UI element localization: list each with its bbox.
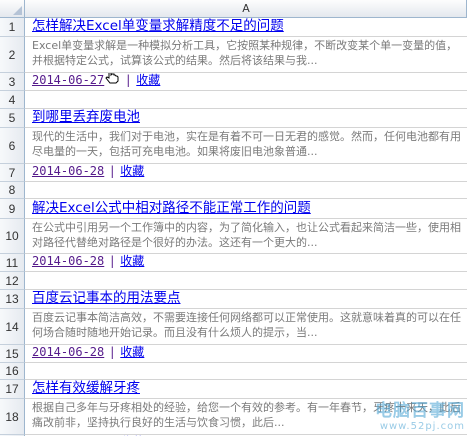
cell-empty[interactable] (25, 363, 467, 380)
row-header[interactable]: 4 (0, 91, 25, 109)
row-header[interactable]: 14 (0, 309, 25, 345)
row-header[interactable]: 9 (0, 199, 25, 219)
favorite-link[interactable]: 收藏 (120, 254, 144, 270)
column-header-label: A (242, 2, 250, 15)
article-title-link[interactable]: 怎样有效缓解牙疼 (32, 380, 467, 398)
select-all-corner[interactable] (0, 0, 25, 18)
favorite-link[interactable]: 收藏 (136, 73, 160, 89)
separator: | (110, 254, 115, 268)
favorite-link[interactable]: 收藏 (120, 164, 144, 180)
row-header[interactable]: 3 (0, 73, 25, 91)
row-header[interactable]: 17 (0, 380, 25, 399)
article-date-link[interactable]: 2014-06-27 (32, 73, 104, 89)
cell-description[interactable]: 现代的生活中，我们对于电池，实在是有着不可一日无君的感觉。然而，任何电池都有用尽… (25, 128, 467, 164)
cell-description[interactable]: Excel单变量求解是一种模拟分析工具，它按照某种规律，不断改变某个单一变量的值… (25, 37, 467, 73)
row-header[interactable]: 13 (0, 290, 25, 309)
cell-meta[interactable]: 2014-06-28 | 收藏 (25, 345, 467, 363)
cell-meta[interactable]: 2014-06-27 | 收藏 (25, 73, 467, 91)
cell-empty[interactable] (25, 272, 467, 290)
article-description: 现代的生活中，我们对于电池，实在是有着不可一日无君的感觉。然而，任何电池都有用尽… (32, 130, 461, 158)
row-header[interactable]: 7 (0, 164, 25, 182)
row-header[interactable]: 6 (0, 128, 25, 164)
row-header[interactable]: 5 (0, 109, 25, 128)
article-description: 在公式中引用另一个工作簿中的内容，为了简化输入，也让公式看起来简洁一些，使用相对… (32, 221, 461, 249)
article-description: 根据自己多年与牙疼相处的经验，给您一个有效的参考。有一年春节，牙疼十来天，此后痛… (32, 401, 461, 429)
cell-description[interactable]: 在公式中引用另一个工作簿中的内容，为了简化输入，也让公式看起来简洁一些，使用相对… (25, 219, 467, 254)
row-header[interactable]: 2 (0, 37, 25, 73)
article-description: 百度云记事本简洁高效，不需要连接任何网络都可以正常使用。这就意味着真的可以在任何… (32, 311, 461, 339)
cell-description[interactable]: 根据自己多年与牙疼相处的经验，给您一个有效的参考。有一年春节，牙疼十来天，此后痛… (25, 399, 467, 435)
separator: | (126, 73, 131, 87)
article-title-link[interactable]: 百度云记事本的用法要点 (32, 290, 467, 308)
cell-title[interactable]: 解决Excel公式中相对路径不能正常工作的问题 (25, 199, 467, 219)
cell-meta[interactable]: 2014-06-28 | 收藏 (25, 164, 467, 182)
article-title-link[interactable]: 到哪里丢弃废电池 (32, 109, 467, 127)
article-date-link[interactable]: 2014-06-28 (32, 254, 104, 270)
row-header[interactable]: 8 (0, 182, 25, 199)
row-header[interactable]: 16 (0, 363, 25, 380)
article-date-link[interactable]: 2014-06-28 (32, 164, 104, 180)
cell-meta[interactable]: 2014-06-28 | 收藏 (25, 254, 467, 272)
row-header[interactable]: 10 (0, 219, 25, 254)
article-title-link[interactable]: 解决Excel公式中相对路径不能正常工作的问题 (32, 199, 467, 218)
select-all-triangle-icon (13, 6, 22, 15)
cell-empty[interactable] (25, 91, 467, 109)
cell-title[interactable]: 到哪里丢弃废电池 (25, 109, 467, 128)
favorite-link[interactable]: 收藏 (120, 345, 144, 361)
article-title-link[interactable]: 怎样解决Excel单变量求解精度不足的问题 (32, 18, 467, 36)
article-description: Excel单变量求解是一种模拟分析工具，它按照某种规律，不断改变某个单一变量的值… (32, 39, 458, 67)
separator: | (110, 164, 115, 178)
row-header[interactable]: 18 (0, 399, 25, 435)
row-header[interactable]: 12 (0, 272, 25, 290)
spreadsheet: A 1 2 3 4 5 6 7 8 9 10 11 12 13 14 15 16… (0, 0, 467, 436)
cell-empty[interactable] (25, 182, 467, 199)
hand-cursor-icon (105, 73, 119, 89)
row-header[interactable]: 15 (0, 345, 25, 363)
article-date-link[interactable]: 2014-06-28 (32, 345, 104, 361)
cell-description[interactable]: 百度云记事本简洁高效，不需要连接任何网络都可以正常使用。这就意味着真的可以在任何… (25, 309, 467, 345)
cell-title[interactable]: 怎样有效缓解牙疼 (25, 380, 467, 399)
column-header-a[interactable]: A (25, 0, 467, 18)
row-header[interactable]: 1 (0, 18, 25, 37)
row-header[interactable]: 11 (0, 254, 25, 272)
cell-title[interactable]: 怎样解决Excel单变量求解精度不足的问题 (25, 18, 467, 37)
separator: | (110, 345, 115, 359)
cell-title[interactable]: 百度云记事本的用法要点 (25, 290, 467, 309)
